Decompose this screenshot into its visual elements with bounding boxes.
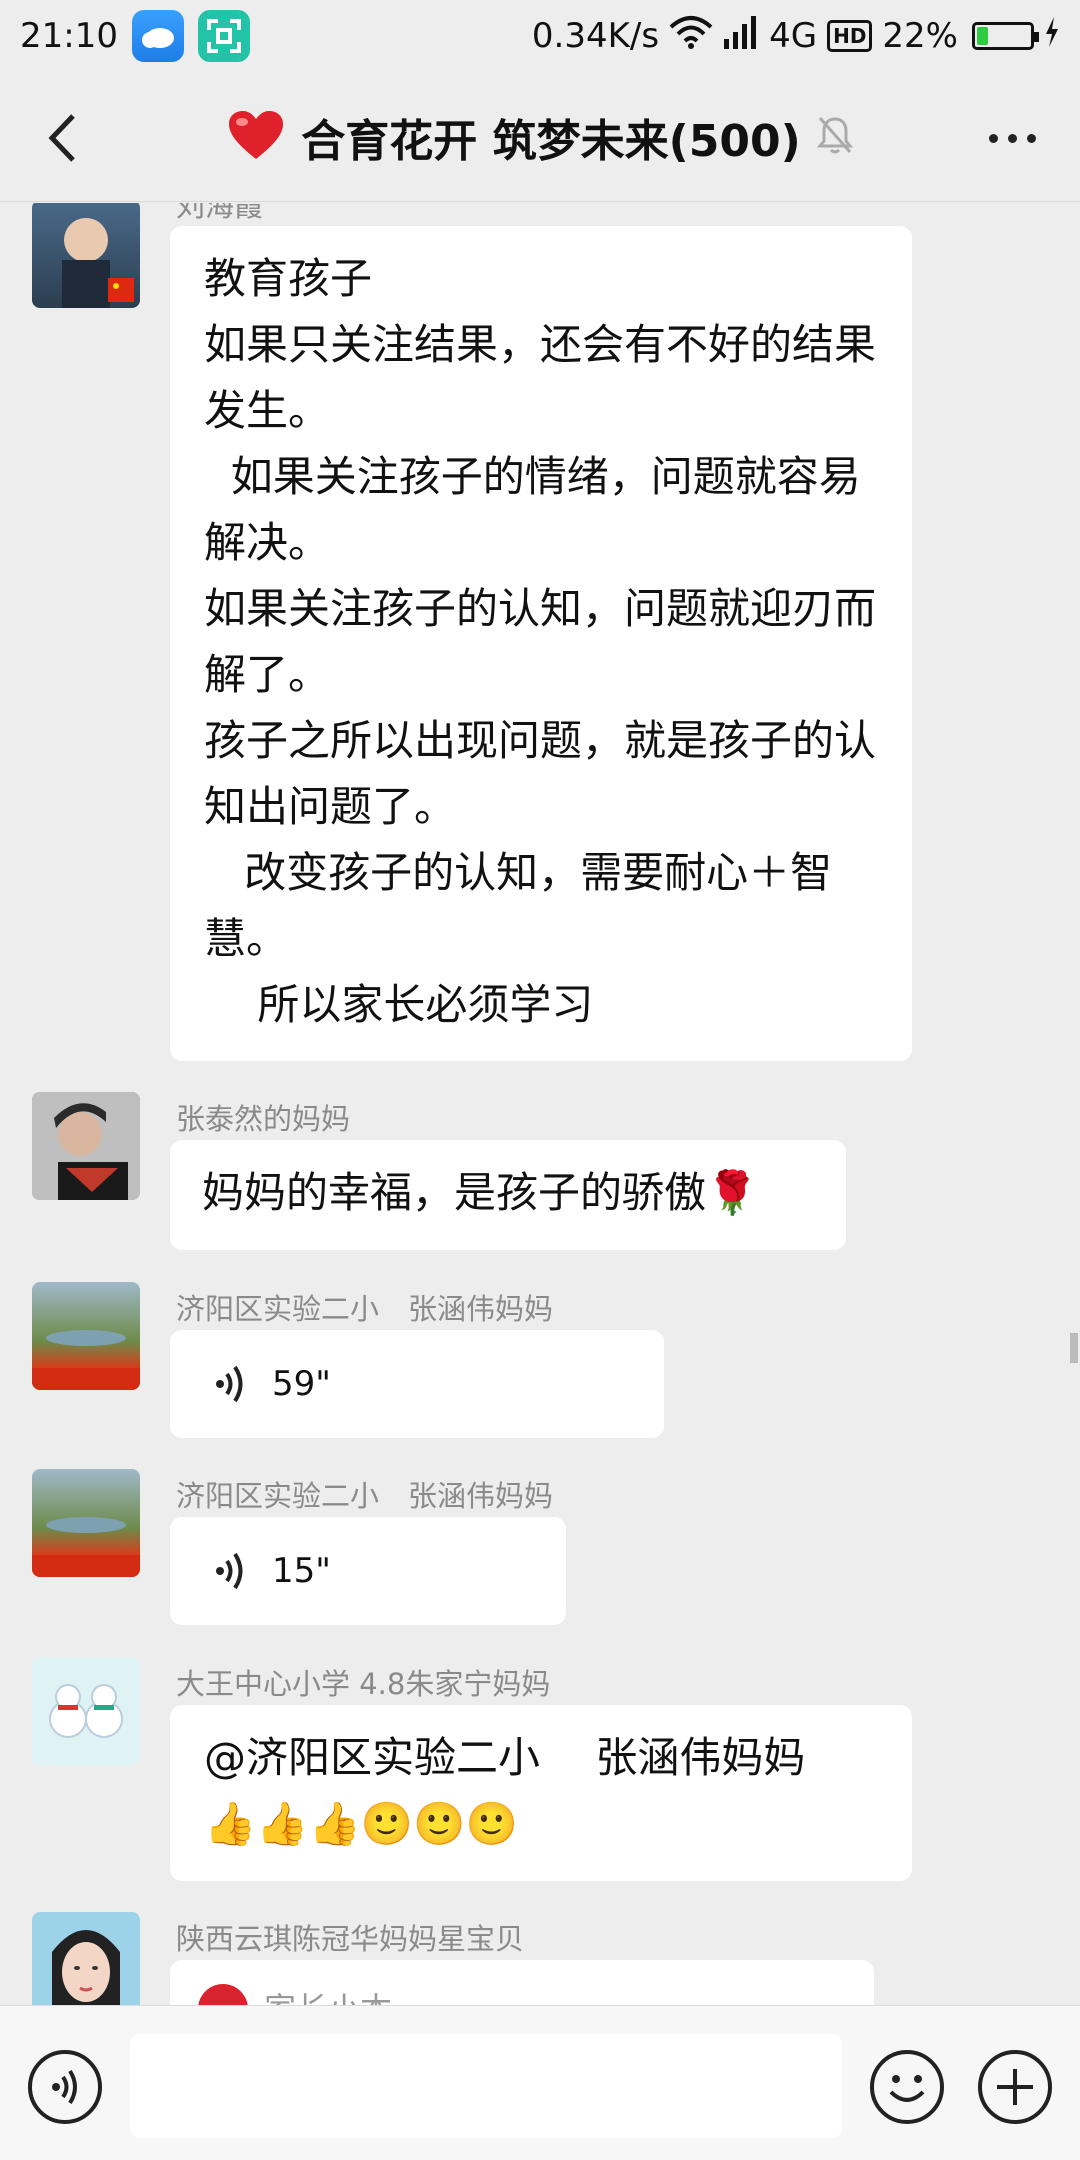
plus-icon — [997, 2069, 1033, 2105]
message-bubble[interactable]: 妈妈的幸福，是孩子的骄傲🌹 — [170, 1140, 846, 1250]
sender-name: 张泰然的妈妈 — [176, 1102, 351, 1136]
avatar[interactable] — [32, 1092, 140, 1200]
voice-message[interactable]: 15" — [170, 1517, 566, 1625]
avatar[interactable] — [32, 1657, 140, 1765]
card-message[interactable]: 家长小本 — [170, 1960, 874, 2005]
avatar[interactable] — [32, 1912, 140, 2005]
back-icon — [48, 114, 75, 162]
weather-icon — [131, 10, 184, 62]
signal-icon — [723, 15, 759, 58]
sender-name: 济阳区实验二小 张涵伟妈妈 — [176, 1479, 554, 1513]
battery-percent: 22% — [882, 16, 958, 56]
chat-title: 合育花开 筑梦未来(500) — [301, 115, 801, 167]
avatar[interactable] — [32, 1469, 140, 1577]
sender-name: 陕西云琪陈冠华妈妈星宝贝 — [176, 1922, 525, 1956]
battery-icon — [972, 22, 1039, 50]
more-icon — [988, 133, 998, 143]
status-bar: 21:10 0.34K/s 4G HD 22% — [0, 0, 1080, 72]
voice-input-button[interactable] — [28, 2050, 102, 2124]
more-icon-dot — [1007, 133, 1017, 143]
charging-icon — [1044, 16, 1060, 56]
network-type: 4G — [769, 16, 818, 56]
sender-name: 刘海霞 — [176, 203, 264, 223]
chat-header: 合育花开 筑梦未来(500) — [0, 72, 1080, 202]
scan-icon — [197, 10, 250, 62]
card-logo-icon — [198, 1984, 248, 2005]
message-bubble[interactable]: 教育孩子 如果只关注结果，还会有不好的结果发生。 如果关注孩子的情绪，问题就容易… — [170, 226, 912, 1061]
more-functions-button[interactable] — [978, 2050, 1052, 2124]
more-icon-dot — [1026, 133, 1036, 143]
message-list[interactable]: 刘海霞 教育孩子 如果只关注结果，还会有不好的结果发生。 如果关注孩子的情绪，问… — [0, 203, 1080, 2005]
voice-playback-icon — [216, 1552, 243, 1590]
card-title: 家长小本 — [264, 1984, 392, 2005]
back-button[interactable] — [36, 110, 88, 166]
message-bubble[interactable]: @济阳区实验二小 张涵伟妈妈 👍👍👍🙂🙂🙂 — [170, 1705, 912, 1881]
emoji-icon — [889, 2075, 925, 2102]
battery-level — [977, 27, 989, 45]
status-time: 21:10 — [20, 16, 118, 56]
voice-duration: 15" — [272, 1551, 331, 1591]
voice-input-icon — [52, 2069, 77, 2105]
hd-icon: HD — [827, 20, 873, 52]
mute-bell-icon — [816, 115, 853, 159]
voice-message[interactable]: 59" — [170, 1330, 664, 1438]
input-bar — [0, 2005, 1080, 2160]
avatar[interactable] — [32, 203, 140, 308]
avatar[interactable] — [32, 1282, 140, 1390]
sender-name: 大王中心小学 4.8朱家宁妈妈 — [176, 1667, 551, 1701]
scrollbar-thumb[interactable] — [1070, 1333, 1078, 1363]
emoji-button[interactable] — [870, 2050, 944, 2124]
heart-icon — [227, 109, 285, 165]
more-button[interactable] — [980, 112, 1044, 164]
wifi-icon — [669, 15, 713, 58]
message-input[interactable] — [130, 2034, 842, 2138]
sender-name: 济阳区实验二小 张涵伟妈妈 — [176, 1292, 554, 1326]
voice-duration: 59" — [272, 1364, 331, 1404]
chat-title-group: 合育花开 筑梦未来(500) — [227, 105, 853, 169]
voice-playback-icon — [216, 1365, 243, 1403]
network-speed: 0.34K/s — [531, 16, 660, 56]
